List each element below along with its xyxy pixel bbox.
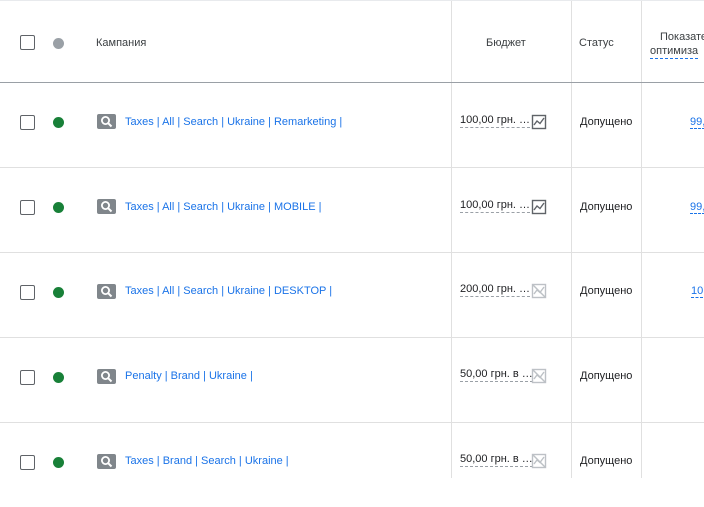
table-row: Taxes | All | Search | Ukraine | Remarke… (0, 82, 704, 168)
row-checkbox[interactable] (20, 115, 35, 130)
table-header: Кампания Бюджет Статус Показате оптимиза (0, 1, 704, 83)
campaign-name-link[interactable]: Penalty | Brand | Ukraine | (125, 370, 253, 382)
budget-value[interactable]: 50,00 грн. в … (460, 453, 533, 467)
budget-value[interactable]: 50,00 грн. в … (460, 368, 533, 382)
enabled-status-dot[interactable] (53, 117, 64, 128)
status-text: Допущено (580, 201, 633, 213)
chart-disabled-icon[interactable] (531, 283, 547, 299)
search-campaign-icon (97, 369, 116, 384)
optimization-header-line1: Показате (660, 31, 704, 43)
budget-value[interactable]: 200,00 грн. … (460, 283, 531, 297)
column-header-budget[interactable]: Бюджет (486, 37, 526, 49)
search-campaign-icon (97, 454, 116, 469)
campaign-name-link[interactable]: Taxes | All | Search | Ukraine | Remarke… (125, 116, 342, 128)
status-text: Допущено (580, 370, 633, 382)
search-campaign-icon (97, 199, 116, 214)
campaigns-table: Кампания Бюджет Статус Показате оптимиза… (0, 0, 704, 478)
chart-line-icon[interactable] (531, 114, 547, 130)
optimization-score-link[interactable]: 10 (691, 285, 704, 298)
search-campaign-icon (97, 114, 116, 129)
enabled-status-dot[interactable] (53, 372, 64, 383)
status-text: Допущено (580, 285, 633, 297)
row-checkbox[interactable] (20, 285, 35, 300)
status-text: Допущено (580, 116, 633, 128)
optimization-score-link[interactable]: 99, (690, 116, 704, 129)
table-row: Taxes | Brand | Search | Ukraine | 50,00… (0, 422, 704, 507)
select-all-checkbox[interactable] (20, 35, 35, 50)
budget-value[interactable]: 100,00 грн. … (460, 114, 531, 128)
enabled-status-dot[interactable] (53, 457, 64, 468)
row-checkbox[interactable] (20, 370, 35, 385)
row-checkbox[interactable] (20, 455, 35, 470)
table-row: Taxes | All | Search | Ukraine | MOBILE … (0, 167, 704, 253)
row-checkbox[interactable] (20, 200, 35, 215)
campaign-name-link[interactable]: Taxes | All | Search | Ukraine | MOBILE … (125, 201, 321, 213)
column-header-campaign[interactable]: Кампания (96, 37, 146, 49)
chart-line-icon[interactable] (531, 199, 547, 215)
column-header-optimization-score[interactable]: Показате оптимиза (650, 30, 704, 59)
enabled-status-dot[interactable] (53, 287, 64, 298)
chart-disabled-icon[interactable] (531, 368, 547, 384)
campaign-name-link[interactable]: Taxes | All | Search | Ukraine | DESKTOP… (125, 285, 332, 297)
chart-disabled-icon[interactable] (531, 453, 547, 469)
campaign-name-link[interactable]: Taxes | Brand | Search | Ukraine | (125, 455, 289, 467)
budget-value[interactable]: 100,00 грн. … (460, 199, 531, 213)
optimization-header-line2: оптимиза (650, 45, 699, 59)
table-row: Taxes | All | Search | Ukraine | DESKTOP… (0, 252, 704, 338)
optimization-score-link[interactable]: 99, (690, 201, 704, 214)
status-dot-header (53, 38, 64, 49)
table-row: Penalty | Brand | Ukraine | 50,00 грн. в… (0, 337, 704, 423)
column-header-status[interactable]: Статус (579, 37, 614, 49)
search-campaign-icon (97, 284, 116, 299)
enabled-status-dot[interactable] (53, 202, 64, 213)
status-text: Допущено (580, 455, 633, 467)
